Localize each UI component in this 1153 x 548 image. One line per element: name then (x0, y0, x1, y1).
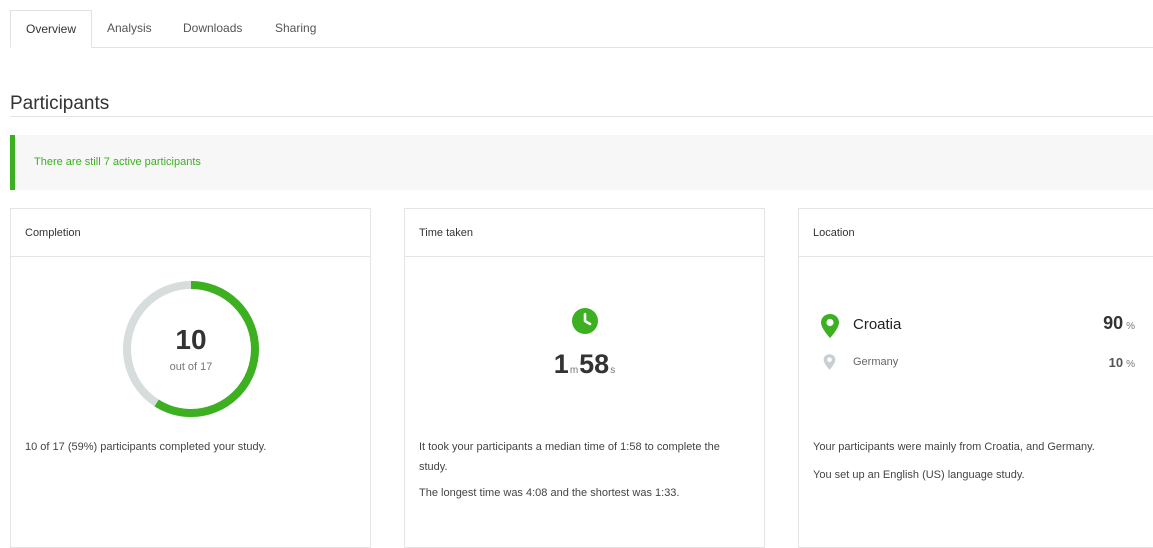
time-description: It took your participants a median time … (419, 441, 720, 473)
completed-count: 10 (175, 324, 207, 355)
time-minutes: 1 (553, 349, 569, 379)
minutes-unit: m (569, 365, 579, 376)
tab-downloads[interactable]: Downloads (183, 10, 242, 47)
completion-card: Completion 10 out of 17 10 of 17 (59%) p… (10, 208, 371, 548)
median-time: 1m58s (505, 349, 665, 380)
time-range-description: The longest time was 4:08 and the shorte… (419, 487, 680, 499)
location-card: Location Croatia 90% Germany 10% Your pa… (798, 208, 1153, 548)
location-row: Croatia 90% (799, 313, 1153, 338)
language-description: You set up an English (US) language stud… (813, 469, 1025, 481)
country-percent: 90% (1103, 313, 1135, 334)
card-header: Completion (11, 209, 370, 257)
completion-description: 10 of 17 (59%) participants completed yo… (25, 441, 267, 453)
time-seconds: 58 (579, 349, 610, 379)
card-title: Completion (25, 227, 81, 239)
active-participants-alert: There are still 7 active participants (10, 135, 1153, 190)
country-name: Croatia (853, 316, 902, 333)
percent-unit: % (1126, 321, 1135, 332)
tab-sharing[interactable]: Sharing (275, 10, 316, 47)
seconds-unit: s (610, 365, 616, 376)
tab-analysis[interactable]: Analysis (107, 10, 152, 47)
section-divider (10, 116, 1153, 117)
tab-overview[interactable]: Overview (10, 10, 92, 48)
percent-unit: % (1126, 359, 1135, 370)
tab-bar: Overview Analysis Downloads Sharing (10, 10, 1153, 48)
country-name: Germany (853, 356, 899, 368)
location-description: Your participants were mainly from Croat… (813, 441, 1095, 453)
clock-icon (572, 308, 598, 334)
map-pin-icon (821, 314, 839, 338)
card-title: Time taken (419, 227, 474, 239)
card-header: Location (799, 209, 1153, 257)
location-row: Germany 10% (799, 352, 1153, 376)
total-label: out of 17 (169, 361, 213, 373)
country-percent: 10% (1109, 354, 1135, 372)
time-taken-card: Time taken 1m58s It took your participan… (404, 208, 765, 548)
percent-value: 90 (1103, 313, 1124, 333)
card-header: Time taken (405, 209, 764, 257)
percent-value: 10 (1108, 355, 1124, 370)
map-pin-icon (823, 354, 836, 370)
card-title: Location (813, 227, 855, 239)
alert-text: There are still 7 active participants (34, 156, 201, 168)
section-title: Participants (10, 93, 110, 114)
